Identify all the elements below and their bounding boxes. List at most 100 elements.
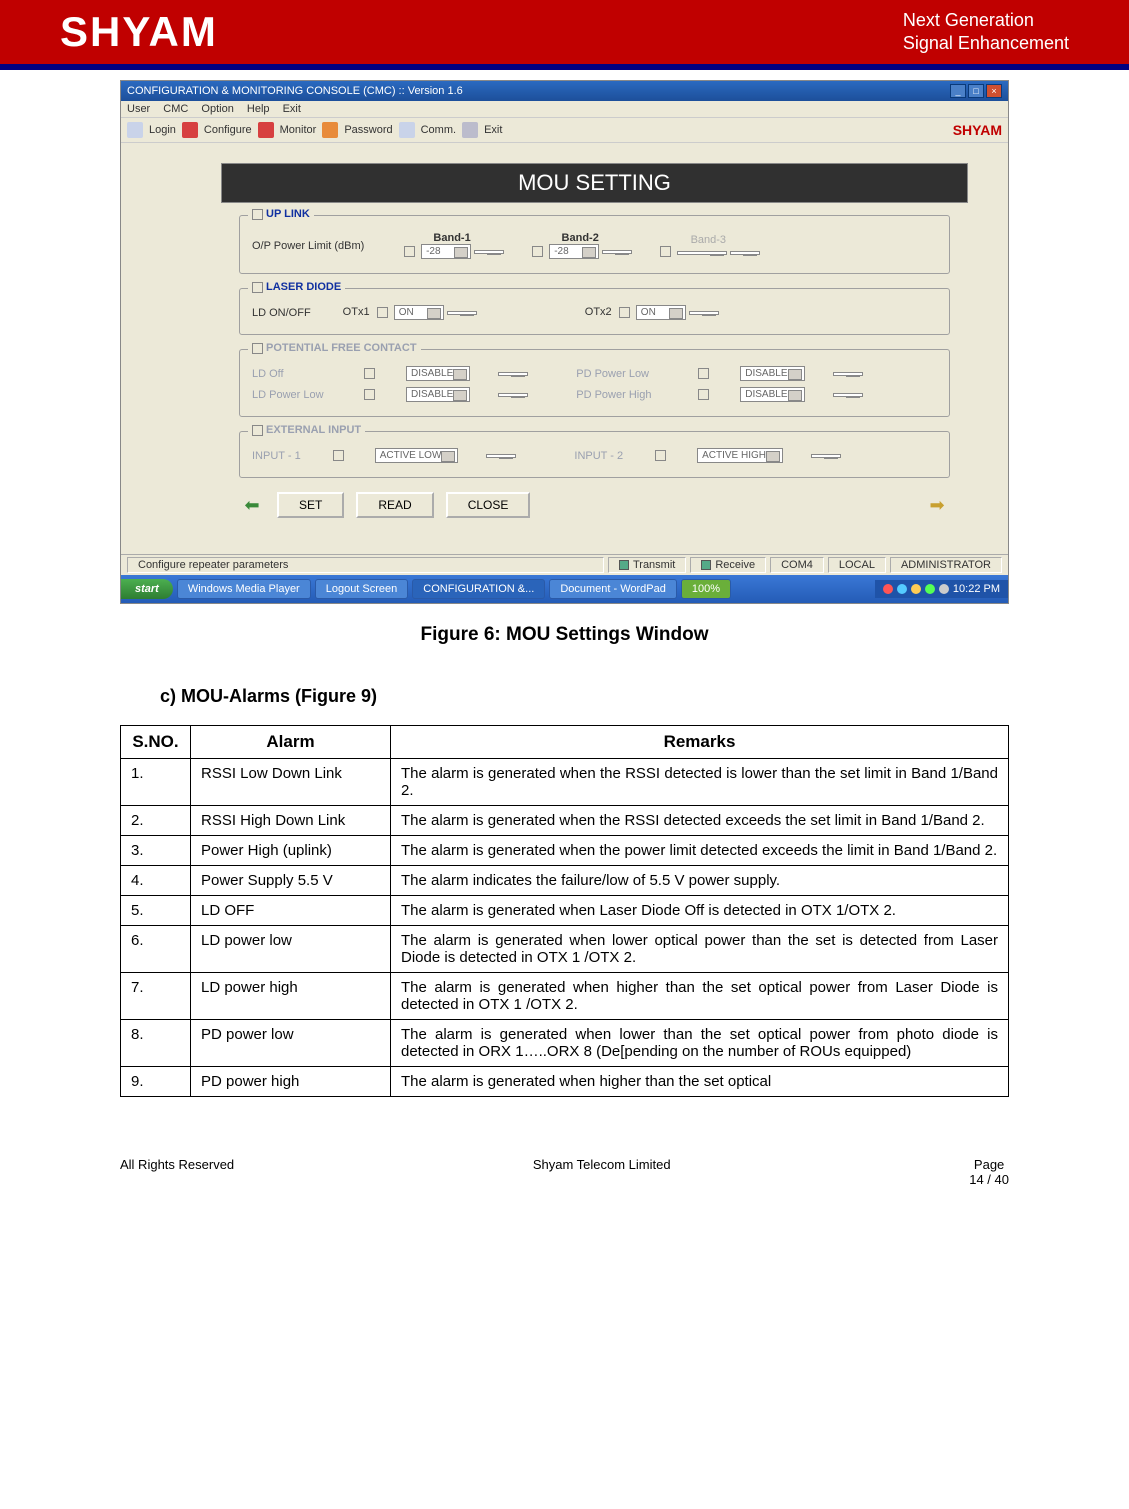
footer-page-label: Page (969, 1157, 1009, 1172)
ldoff-checkbox (364, 368, 375, 379)
prev-arrow-icon[interactable]: ⬅ (239, 494, 265, 516)
table-row: 1.RSSI Low Down LinkThe alarm is generat… (121, 759, 1009, 806)
cmc-window: CONFIGURATION & MONITORING CONSOLE (CMC)… (120, 80, 1009, 604)
pdhigh-dropdown: DISABLE (740, 387, 804, 402)
alarms-table: S.NO. Alarm Remarks 1.RSSI Low Down Link… (120, 725, 1009, 1097)
cell-sno: 8. (121, 1020, 191, 1067)
next-arrow-icon[interactable]: ➡ (924, 494, 950, 516)
op-power-label: O/P Power Limit (dBm) (252, 240, 372, 252)
set-button[interactable]: SET (277, 492, 344, 518)
task-item-1[interactable]: Windows Media Player (177, 579, 311, 599)
task-item-2[interactable]: Logout Screen (315, 579, 409, 599)
menu-help[interactable]: Help (247, 103, 270, 115)
otx1-checkbox[interactable] (377, 307, 388, 318)
toolbar: Login Configure Monitor Password Comm. E… (121, 118, 1008, 143)
password-icon (322, 122, 338, 138)
cell-sno: 7. (121, 973, 191, 1020)
menu-cmc[interactable]: CMC (163, 103, 188, 115)
tray-icon-2[interactable] (897, 584, 907, 594)
task-conn[interactable]: 100% (681, 579, 731, 599)
tagline-line1: Next Generation (903, 9, 1069, 32)
cell-remarks: The alarm indicates the failure/low of 5… (391, 866, 1009, 896)
band2-step[interactable] (602, 250, 632, 254)
system-tray: 10:22 PM (875, 580, 1008, 598)
login-icon (127, 122, 143, 138)
tray-icon-5[interactable] (939, 584, 949, 594)
cell-alarm: LD OFF (191, 896, 391, 926)
exit-icon (462, 122, 478, 138)
otx2-dropdown[interactable]: ON (636, 305, 686, 320)
task-item-4[interactable]: Document - WordPad (549, 579, 677, 599)
cell-alarm: PD power low (191, 1020, 391, 1067)
button-row: ⬅ SET READ CLOSE ➡ (239, 492, 950, 518)
otx1-label: OTx1 (343, 306, 370, 318)
close-icon[interactable]: × (986, 84, 1002, 98)
exit-button[interactable]: Exit (484, 124, 502, 136)
comm-icon (399, 122, 415, 138)
cell-sno: 6. (121, 926, 191, 973)
otx2-step[interactable] (689, 311, 719, 315)
input1-dropdown: ACTIVE LOW (375, 448, 459, 463)
monitor-button[interactable]: Monitor (280, 124, 317, 136)
footer-page-num: 14 / 40 (969, 1172, 1009, 1187)
configure-button[interactable]: Configure (204, 124, 252, 136)
uplink-checkbox[interactable] (252, 209, 263, 220)
table-row: 8.PD power lowThe alarm is generated whe… (121, 1020, 1009, 1067)
header-alarm: Alarm (191, 726, 391, 759)
close-button[interactable]: CLOSE (446, 492, 531, 518)
tray-icon-3[interactable] (911, 584, 921, 594)
comm-button[interactable]: Comm. (421, 124, 456, 136)
tray-clock: 10:22 PM (953, 583, 1000, 595)
menu-user[interactable]: User (127, 103, 150, 115)
group-uplink: UP LINK O/P Power Limit (dBm) Band-1 -28… (239, 215, 950, 274)
window-title: CONFIGURATION & MONITORING CONSOLE (CMC)… (127, 85, 463, 97)
potential-title: POTENTIAL FREE CONTACT (266, 342, 417, 354)
login-button[interactable]: Login (149, 124, 176, 136)
otx1-dropdown[interactable]: ON (394, 305, 444, 320)
cell-sno: 9. (121, 1067, 191, 1097)
status-transmit: Transmit (608, 557, 686, 573)
cell-sno: 1. (121, 759, 191, 806)
table-row: 6.LD power lowThe alarm is generated whe… (121, 926, 1009, 973)
cell-remarks: The alarm is generated when the power li… (391, 836, 1009, 866)
ldoff-label: LD Off (252, 368, 332, 380)
band1-checkbox[interactable] (404, 246, 415, 257)
cell-remarks: The alarm is generated when lower optica… (391, 926, 1009, 973)
table-row: 2.RSSI High Down LinkThe alarm is genera… (121, 806, 1009, 836)
cell-sno: 5. (121, 896, 191, 926)
tray-icon-1[interactable] (883, 584, 893, 594)
band2-dropdown[interactable]: -28 (549, 244, 599, 259)
brand-header: SHYAM Next Generation Signal Enhancement (0, 0, 1129, 70)
band1-dropdown[interactable]: -28 (421, 244, 471, 259)
tagline-line2: Signal Enhancement (903, 32, 1069, 55)
cell-sno: 2. (121, 806, 191, 836)
pdhigh-step (833, 393, 863, 397)
maximize-icon[interactable]: □ (968, 84, 984, 98)
group-laser: LASER DIODE LD ON/OFF OTx1 ON OTx2 ON (239, 288, 950, 335)
menu-option[interactable]: Option (201, 103, 233, 115)
otx2-checkbox[interactable] (619, 307, 630, 318)
page-footer: All Rights Reserved Shyam Telecom Limite… (0, 1127, 1129, 1197)
taskbar: start Windows Media Player Logout Screen… (121, 575, 1008, 603)
band2-checkbox[interactable] (532, 246, 543, 257)
ldpowerlow-checkbox (364, 389, 375, 400)
cell-remarks: The alarm is generated when higher than … (391, 1067, 1009, 1097)
laser-checkbox[interactable] (252, 282, 263, 293)
band3-checkbox (660, 246, 671, 257)
band3-step (730, 251, 760, 255)
menu-exit[interactable]: Exit (283, 103, 301, 115)
pdhigh-label: PD Power High (576, 389, 666, 401)
read-button[interactable]: READ (356, 492, 433, 518)
cell-alarm: RSSI High Down Link (191, 806, 391, 836)
task-item-3[interactable]: CONFIGURATION &... (412, 579, 545, 599)
minimize-icon[interactable]: _ (950, 84, 966, 98)
workspace: MOU SETTING UP LINK O/P Power Limit (dBm… (121, 143, 1008, 554)
section-heading: c) MOU-Alarms (Figure 9) (160, 686, 1009, 707)
password-button[interactable]: Password (344, 124, 392, 136)
start-button[interactable]: start (121, 579, 173, 599)
transmit-led-icon (619, 560, 629, 570)
table-row: 9.PD power highThe alarm is generated wh… (121, 1067, 1009, 1097)
band1-step[interactable] (474, 250, 504, 254)
tray-icon-4[interactable] (925, 584, 935, 594)
otx1-step[interactable] (447, 311, 477, 315)
